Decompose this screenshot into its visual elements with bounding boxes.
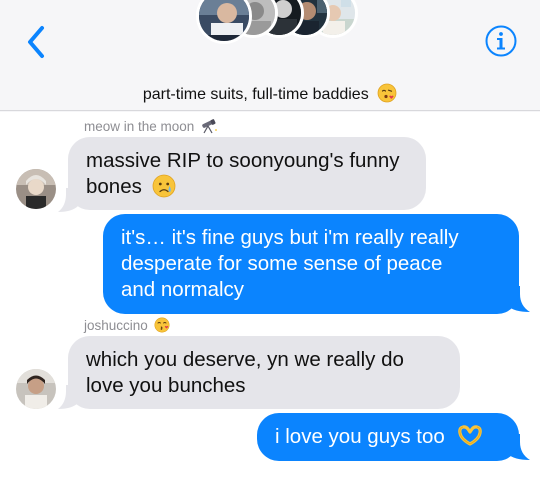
message-line: which you deserve, yn we really do bbox=[86, 348, 404, 371]
message-line: massive RIP to soonyoung's funny bbox=[86, 149, 400, 172]
avatar[interactable] bbox=[16, 169, 56, 209]
kissing-face-emoji bbox=[154, 317, 170, 333]
heart-hands-emoji bbox=[457, 424, 482, 446]
imessage-group-chat: part-time suits, full-time baddies meow … bbox=[0, 0, 540, 493]
message-bubble[interactable]: it's… it's fine guys but i'm really real… bbox=[103, 214, 519, 314]
conversation-header: part-time suits, full-time baddies bbox=[0, 0, 540, 112]
message-line: i love you guys too bbox=[275, 424, 503, 450]
message-line: desperate for some sense of peace bbox=[121, 252, 443, 275]
message-line: love you bunches bbox=[86, 374, 246, 397]
face-blowing-kiss-emoji bbox=[377, 83, 397, 103]
avatar bbox=[196, 0, 252, 44]
message-bubble[interactable]: massive RIP to soonyoung's funny bones bbox=[68, 137, 426, 210]
chevron-left-icon[interactable] bbox=[22, 22, 50, 62]
message-line: and normalcy bbox=[121, 278, 245, 301]
group-name-text: part-time suits, full-time baddies bbox=[142, 86, 369, 103]
message-text: i love you guys too bbox=[275, 425, 445, 448]
message-text: bones bbox=[86, 175, 142, 198]
message-line: it's… it's fine guys but i'm really real… bbox=[121, 226, 459, 249]
message-bubble[interactable]: which you deserve, yn we really do love … bbox=[68, 336, 460, 409]
message-line: bones bbox=[86, 174, 410, 200]
sender-name: joshuccino bbox=[84, 317, 170, 333]
group-name[interactable]: part-time suits, full-time baddies bbox=[0, 83, 540, 104]
message-bubble[interactable]: i love you guys too bbox=[257, 413, 519, 461]
crying-face-emoji bbox=[152, 174, 175, 197]
group-avatars[interactable] bbox=[196, 0, 358, 44]
header-divider bbox=[0, 110, 540, 111]
sender-label: meow in the moon bbox=[84, 119, 195, 134]
telescope-emoji bbox=[202, 119, 217, 134]
sender-label: joshuccino bbox=[84, 318, 148, 333]
sender-name: meow in the moon bbox=[84, 119, 218, 134]
avatar[interactable] bbox=[16, 369, 56, 409]
info-icon[interactable] bbox=[484, 24, 518, 58]
